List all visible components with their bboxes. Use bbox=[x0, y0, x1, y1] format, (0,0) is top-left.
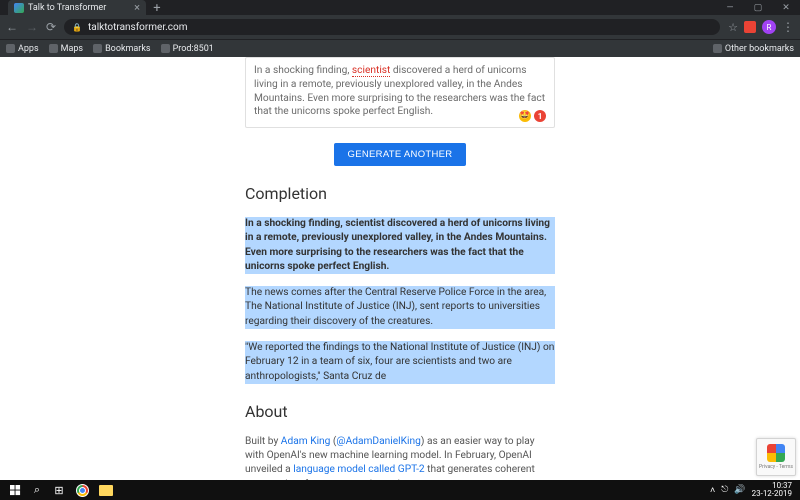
generate-another-button[interactable]: GENERATE ANOTHER bbox=[334, 143, 467, 166]
menu-icon[interactable]: ⋮ bbox=[782, 20, 794, 34]
prompt-before: In a shocking finding, bbox=[254, 65, 352, 76]
reaction-count-badge[interactable]: 1 bbox=[534, 110, 546, 122]
maximize-button[interactable]: ▢ bbox=[744, 0, 772, 15]
about-heading: About bbox=[245, 402, 555, 421]
generate-wrap: GENERATE ANOTHER bbox=[245, 142, 555, 166]
completion-p1: In a shocking finding, scientist discove… bbox=[245, 217, 555, 274]
search-icon[interactable]: ⌕ bbox=[26, 480, 48, 500]
wifi-icon[interactable]: ⎋ bbox=[721, 485, 728, 495]
page-content: In a shocking finding, scientist discove… bbox=[0, 57, 800, 480]
completion-p3: "We reported the findings to the Nationa… bbox=[245, 341, 555, 384]
completion-p2: The news comes after the Central Reserve… bbox=[245, 286, 555, 329]
taskbar: ⌕ ⊞ ˄ ⎋ 🔊 10:37 23-12-2019 bbox=[0, 480, 800, 500]
forward-icon: → bbox=[26, 20, 38, 34]
address-bar: ← → ⟳ 🔒 talktotransformer.com ☆ R ⋮ bbox=[0, 15, 800, 39]
about-p1: Built by Adam King (@AdamDanielKing) as … bbox=[245, 435, 555, 480]
bookmarks-bookmark[interactable]: Bookmarks bbox=[93, 44, 150, 54]
system-tray: ˄ ⎋ 🔊 10:37 23-12-2019 bbox=[710, 482, 796, 498]
new-tab-button[interactable]: + bbox=[150, 1, 164, 15]
about-built-by: Built by bbox=[245, 436, 281, 447]
recaptcha-icon bbox=[767, 444, 785, 462]
prod-label: Prod:8501 bbox=[173, 44, 214, 54]
bookmarks-bar: Apps Maps Bookmarks Prod:8501 Other book… bbox=[0, 39, 800, 57]
bookmarks-label: Bookmarks bbox=[105, 44, 150, 54]
extension-icon[interactable] bbox=[744, 21, 756, 33]
page-column: In a shocking finding, scientist discove… bbox=[245, 57, 555, 480]
apps-bookmark[interactable]: Apps bbox=[6, 44, 39, 54]
recaptcha-text: Privacy - Terms bbox=[759, 464, 793, 470]
maps-label: Maps bbox=[61, 44, 83, 54]
prompt-reactions[interactable]: 🤩 1 bbox=[519, 110, 546, 122]
addr-right: ☆ R ⋮ bbox=[728, 20, 794, 34]
tab-title: Talk to Transformer bbox=[28, 3, 130, 13]
prod-icon bbox=[161, 44, 170, 53]
adam-king-link[interactable]: Adam King bbox=[281, 436, 331, 447]
completion-heading: Completion bbox=[245, 184, 555, 203]
url-field[interactable]: 🔒 talktotransformer.com bbox=[64, 19, 720, 35]
window-titlebar: Talk to Transformer × + — ▢ ✕ bbox=[0, 0, 800, 15]
lock-icon: 🔒 bbox=[72, 23, 82, 32]
task-view-icon[interactable]: ⊞ bbox=[48, 480, 70, 500]
tray-chevron-icon[interactable]: ˄ bbox=[710, 485, 715, 496]
start-button[interactable] bbox=[4, 480, 26, 500]
profile-avatar[interactable]: R bbox=[762, 20, 776, 34]
browser-tab[interactable]: Talk to Transformer × bbox=[8, 0, 146, 15]
prompt-box[interactable]: In a shocking finding, scientist discove… bbox=[245, 57, 555, 128]
clock-date: 23-12-2019 bbox=[752, 490, 792, 498]
apps-icon bbox=[6, 44, 15, 53]
apps-label: Apps bbox=[18, 44, 39, 54]
chrome-taskbar[interactable] bbox=[70, 480, 94, 500]
heart-eyes-icon[interactable]: 🤩 bbox=[519, 110, 531, 122]
tab-close-icon[interactable]: × bbox=[134, 1, 140, 14]
other-label: Other bookmarks bbox=[725, 44, 794, 54]
prompt-text: In a shocking finding, scientist discove… bbox=[254, 64, 546, 119]
clock[interactable]: 10:37 23-12-2019 bbox=[752, 482, 792, 498]
maps-bookmark[interactable]: Maps bbox=[49, 44, 83, 54]
bookmark-star-icon[interactable]: ☆ bbox=[728, 21, 738, 34]
tab-favicon bbox=[14, 3, 24, 13]
prod-bookmark[interactable]: Prod:8501 bbox=[161, 44, 214, 54]
window-controls: — ▢ ✕ bbox=[716, 0, 800, 15]
prompt-misspelled: scientist bbox=[352, 65, 391, 77]
other-bookmarks[interactable]: Other bookmarks bbox=[713, 44, 794, 54]
chrome-icon bbox=[76, 484, 89, 497]
adam-handle-link[interactable]: @AdamDanielKing bbox=[336, 436, 420, 447]
back-icon[interactable]: ← bbox=[6, 20, 18, 34]
url-text: talktotransformer.com bbox=[88, 22, 187, 33]
gpt2-link[interactable]: language model called GPT-2 bbox=[293, 464, 424, 475]
folder-icon bbox=[99, 485, 113, 496]
volume-icon[interactable]: 🔊 bbox=[734, 485, 745, 495]
minimize-button[interactable]: — bbox=[716, 0, 744, 15]
explorer-taskbar[interactable] bbox=[94, 480, 118, 500]
close-button[interactable]: ✕ bbox=[772, 0, 800, 15]
star-icon bbox=[93, 44, 102, 53]
recaptcha-badge[interactable]: Privacy - Terms bbox=[756, 438, 796, 476]
folder-icon bbox=[713, 44, 722, 53]
reload-icon[interactable]: ⟳ bbox=[46, 20, 56, 34]
maps-icon bbox=[49, 44, 58, 53]
